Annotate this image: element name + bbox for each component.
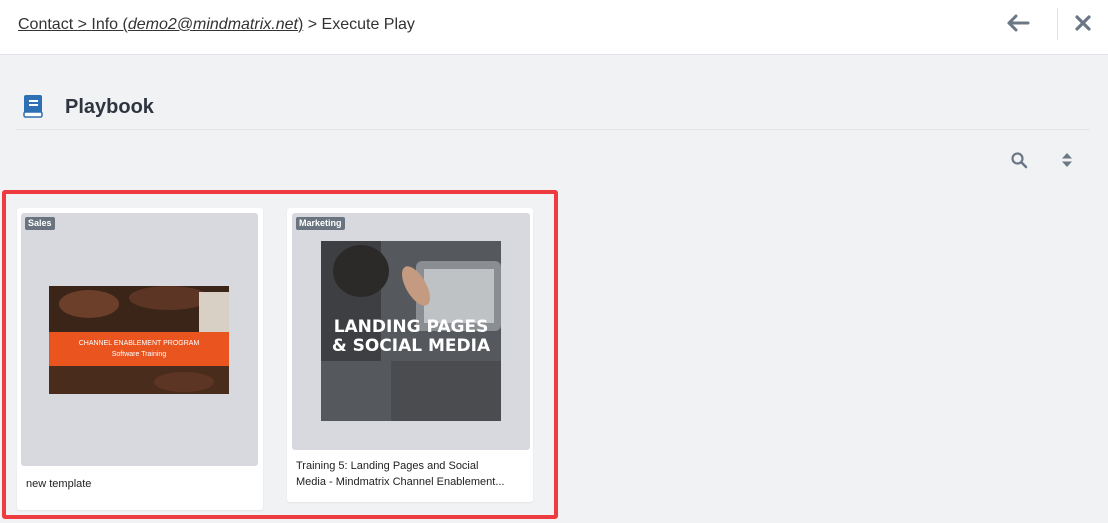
book-icon	[22, 94, 44, 118]
playbook-card[interactable]: Sales CHANNEL ENABLEMENT PROGRAM Softwar…	[17, 208, 263, 510]
breadcrumb-separator: >	[77, 16, 87, 33]
card-title: Training 5: Landing Pages and Social Med…	[296, 458, 528, 490]
arrow-left-icon[interactable]	[1005, 12, 1033, 34]
breadcrumb-separator: >	[307, 16, 318, 33]
breadcrumb-info-prefix: Info (	[91, 16, 128, 33]
thumbnail-line1: LANDING PAGES	[334, 317, 489, 337]
breadcrumb: Contact > Info (demo2@mindmatrix.net) > …	[18, 16, 415, 34]
playbook-header: Playbook	[16, 88, 1090, 130]
thumbnail-line2: & SOCIAL MEDIA	[332, 336, 491, 356]
page-title: Playbook	[65, 96, 154, 118]
top-bar: Contact > Info (demo2@mindmatrix.net) > …	[0, 0, 1108, 55]
breadcrumb-email: demo2@mindmatrix.net	[127, 16, 298, 33]
thumbnail-line2: Software Training	[112, 351, 167, 358]
card-title-line1: Training 5: Landing Pages and Social	[296, 460, 479, 472]
card-title: new template	[26, 478, 92, 490]
breadcrumb-info[interactable]: Info (demo2@mindmatrix.net)	[91, 16, 303, 33]
card-thumbnail: Marketing LANDING PAGES & SOCIAL MEDIA	[292, 213, 530, 450]
breadcrumb-contact[interactable]: Contact	[18, 16, 73, 33]
card-thumbnail: Sales CHANNEL ENABLEMENT PROGRAM Softwar…	[21, 213, 258, 466]
thumbnail-image: CHANNEL ENABLEMENT PROGRAM Software Trai…	[49, 286, 229, 394]
sort-icon[interactable]	[1060, 150, 1074, 170]
card-title-line2: Media - Mindmatrix Channel Enablement...	[296, 476, 505, 488]
close-icon[interactable]	[1072, 12, 1094, 34]
breadcrumb-current: Execute Play	[321, 16, 415, 33]
toolbar-divider	[1057, 8, 1058, 40]
thumbnail-line1: CHANNEL ENABLEMENT PROGRAM	[79, 340, 200, 347]
category-tag: Marketing	[296, 217, 345, 230]
search-icon[interactable]	[1010, 151, 1028, 169]
thumbnail-image: LANDING PAGES & SOCIAL MEDIA	[321, 241, 501, 421]
category-tag: Sales	[25, 217, 55, 230]
playbook-card[interactable]: Marketing LANDING PAGES & SOCIAL MEDIA T…	[287, 208, 533, 502]
breadcrumb-info-suffix: )	[297, 16, 304, 33]
